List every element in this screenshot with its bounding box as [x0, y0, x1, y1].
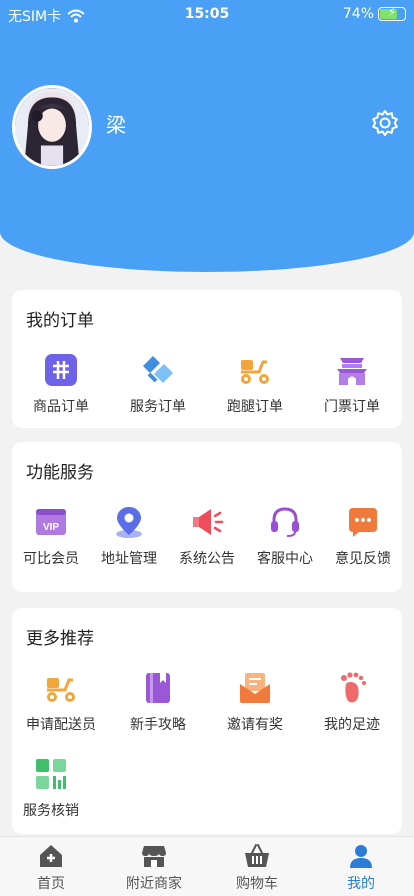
recommend-card: 更多推荐 申请配送员 新手攻略 邀请有奖 我的足迹 服务核销	[12, 608, 402, 834]
service-verify-label: 服务核销	[23, 803, 79, 819]
verify-grid-icon	[36, 759, 66, 789]
vip-member-label: 可比会员	[23, 551, 79, 567]
service-order-label: 服务订单	[130, 399, 186, 415]
settings-gear-icon[interactable]	[370, 108, 400, 138]
battery-status: 74% ⚡	[342, 5, 406, 22]
tab-mine-label: 我的	[347, 876, 375, 892]
ticket-gate-icon	[337, 358, 367, 385]
tab-mine[interactable]: 我的	[316, 843, 406, 893]
bottom-tab-bar: 首页 附近商家 购物车 我的	[0, 836, 414, 896]
battery-percent: 74%	[342, 6, 374, 22]
my-footprint-button[interactable]: 我的足迹	[307, 670, 397, 734]
goods-order-button[interactable]: 商品订单	[16, 352, 106, 416]
ticket-order-label: 门票订单	[324, 399, 380, 415]
location-pin-icon	[116, 507, 142, 538]
person-icon	[350, 845, 372, 868]
tab-home[interactable]: 首页	[6, 843, 96, 893]
apply-courier-label: 申请配送员	[26, 717, 96, 733]
orders-title: 我的订单	[26, 311, 94, 331]
tab-nearby-label: 附近商家	[126, 876, 182, 892]
orders-card: 我的订单 商品订单 服务订单 跑腿订单 门票订单	[12, 290, 402, 428]
vip-member-button[interactable]: VIP 可比会员	[6, 504, 96, 568]
apply-courier-button[interactable]: 申请配送员	[16, 670, 106, 734]
errand-order-button[interactable]: 跑腿订单	[210, 352, 300, 416]
user-profile[interactable]: 梁	[12, 85, 126, 169]
home-icon	[40, 845, 62, 867]
basket-icon	[245, 844, 269, 867]
megaphone-icon	[193, 509, 224, 535]
announcement-button[interactable]: 系统公告	[162, 504, 252, 568]
service-order-button[interactable]: 服务订单	[113, 352, 203, 416]
svg-text:VIP: VIP	[43, 522, 59, 533]
errand-scooter-icon	[241, 360, 269, 384]
feedback-button[interactable]: 意见反馈	[318, 504, 408, 568]
store-icon	[142, 846, 166, 867]
goods-order-icon	[45, 354, 77, 386]
customer-service-button[interactable]: 客服中心	[240, 504, 330, 568]
avatar[interactable]	[12, 85, 92, 169]
services-card: 功能服务 VIP 可比会员 地址管理 系统公告 客服中心 意见反馈	[12, 442, 402, 592]
feedback-chat-icon	[349, 508, 377, 537]
recommend-title: 更多推荐	[26, 629, 94, 649]
guide-book-icon	[146, 673, 170, 703]
feedback-label: 意见反馈	[335, 551, 391, 567]
beginner-guide-button[interactable]: 新手攻略	[113, 670, 203, 734]
invite-mail-icon	[240, 673, 270, 703]
tab-home-label: 首页	[37, 876, 65, 892]
goods-order-label: 商品订单	[33, 399, 89, 415]
tab-cart-label: 购物车	[236, 876, 278, 892]
vip-icon: VIP	[36, 509, 66, 535]
user-name: 梁	[106, 112, 126, 137]
invite-reward-label: 邀请有奖	[227, 717, 283, 733]
footprint-icon	[341, 672, 366, 703]
errand-order-label: 跑腿订单	[227, 399, 283, 415]
services-title: 功能服务	[26, 463, 94, 483]
status-bar: 无SIM卡 15:05 74% ⚡	[0, 0, 414, 30]
address-manage-button[interactable]: 地址管理	[84, 504, 174, 568]
invite-reward-button[interactable]: 邀请有奖	[210, 670, 300, 734]
battery-icon: ⚡	[378, 5, 406, 21]
address-manage-label: 地址管理	[101, 551, 157, 567]
my-footprint-label: 我的足迹	[324, 717, 380, 733]
announcement-label: 系统公告	[179, 551, 235, 567]
service-order-icon	[143, 356, 173, 383]
customer-service-label: 客服中心	[257, 551, 313, 567]
charging-bolt-icon: ⚡	[387, 5, 397, 19]
ticket-order-button[interactable]: 门票订单	[307, 352, 397, 416]
avatar-image	[15, 88, 89, 166]
tab-cart[interactable]: 购物车	[212, 843, 302, 893]
tab-nearby-merchants[interactable]: 附近商家	[109, 843, 199, 893]
delivery-scooter-icon	[47, 678, 75, 702]
beginner-guide-label: 新手攻略	[130, 717, 186, 733]
service-verify-button[interactable]: 服务核销	[6, 756, 96, 820]
headset-icon	[271, 507, 299, 537]
